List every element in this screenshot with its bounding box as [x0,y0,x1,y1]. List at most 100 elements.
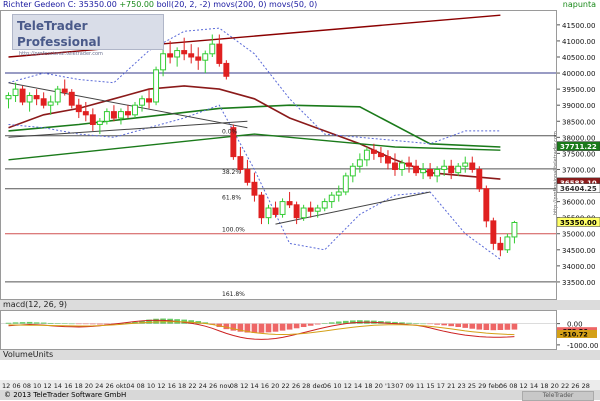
macd-bar-41 [293,323,300,329]
candle-body-20 [146,98,153,103]
macd-bar-70 [497,323,504,330]
x-tick-label-0: 12 [2,382,10,390]
candle-body-45 [321,201,328,209]
date-axis[interactable]: 12 06 08 10 12 14 16 18 20 24 26 okt. 04 08 10 12 16 18 22… [0,380,600,390]
macd-bar-65 [462,323,469,328]
candle-body-68 [483,188,490,222]
x-tick-label-39: 09 [406,382,414,390]
x-tick-label-20: 26 [209,382,217,390]
fib-label-3: 100.0% [222,227,245,234]
macd-bar-4 [33,322,40,324]
candle-body-33 [237,156,244,170]
price-axis[interactable]: napunta 33500.00 34000.00 34500.00 35000.00… [557,0,600,300]
candle-body-3 [26,95,33,103]
x-tick-label-41: 15 [426,382,434,390]
footer-bar: © 2013 TeleTrader Software GmbH TeleTrad… [0,390,600,401]
y-tick-label-12: 39500.00 [562,86,595,94]
y-tick-label-16: 41500.00 [562,22,595,30]
candle-body-48 [342,175,349,193]
macd-bar-68 [483,323,490,330]
x-tick-label-14: 10 [147,382,155,390]
volume-pane[interactable] [0,360,557,380]
candle-body-29 [209,43,216,55]
candle-body-14 [103,111,110,122]
macd-bar-66 [469,323,476,329]
x-tick-label-31: 06 [323,382,331,390]
candle-body-63 [448,165,455,174]
y-tick-label-1: 34000.00 [562,263,595,271]
candle-body-25 [181,50,188,55]
candle-body-31 [223,62,230,77]
x-tick-label-54: 22 [561,382,569,390]
candle-body-40 [286,201,293,206]
y-tick-label-9: 38000.00 [562,134,595,142]
candle-body-62 [441,165,448,170]
x-tick-label-16: 16 [168,382,176,390]
macd-bar-67 [476,323,483,330]
macd-pane[interactable] [0,310,557,350]
x-tick-label-49: 08 [509,382,517,390]
candle-body-37 [265,207,272,219]
x-tick-label-1: 06 [12,382,20,390]
candle-body-15 [110,111,117,119]
y-tick-label-11: 39000.00 [562,102,595,110]
macd-bar-35 [251,323,258,333]
x-tick-label-29: 28 [302,382,310,390]
macd-bar-63 [448,323,455,327]
macd-bar-59 [420,323,426,325]
macd-bar-43 [307,323,314,326]
x-tick-label-44: 23 [457,382,465,390]
candle-body-69 [490,220,497,244]
candle-body-67 [476,168,483,190]
candle-body-65 [462,162,469,167]
x-tick-label-55: 26 [571,382,579,390]
macd-y-tick-label-1: -1000.00 [567,342,598,350]
overlay-channel_lower_gray [8,120,248,138]
y-tick-label-2: 34500.00 [562,247,595,255]
x-tick-label-53: 20 [551,382,559,390]
macd-bar-57 [406,322,412,324]
candle-body-58 [413,165,420,174]
x-tick-label-46: 29 [478,382,486,390]
candle-body-5 [40,98,47,106]
macd-bar-60 [427,323,433,325]
x-tick-label-35: 18 [364,382,372,390]
macd-bar-8 [61,323,68,324]
macd-bar-40 [286,323,293,330]
side-url: http://professional.teletrader.com [553,131,559,215]
macd-bar-38 [272,323,279,332]
x-tick-label-8: 20 [85,382,93,390]
candle-body-51 [363,149,370,161]
x-tick-label-7: 18 [74,382,82,390]
candle-body-7 [54,88,61,103]
fib-label-4: 161.8% [222,291,245,298]
candle-body-42 [300,207,307,219]
macd-bar-62 [441,323,447,326]
macd-bar-6 [47,322,54,324]
x-tick-label-10: 26 [106,382,114,390]
candle-body-66 [469,162,476,170]
macd-bar-36 [258,323,265,333]
x-tick-label-26: 20 [271,382,279,390]
x-tick-label-24: 14 [250,382,258,390]
macd-bar-58 [413,323,419,324]
macd-bar-22 [160,318,166,324]
watermark-box: TeleTrader Professional http://professio… [12,14,164,57]
x-tick-label-19: 24 [199,382,207,390]
candle-body-71 [504,236,511,251]
macd-bar-44 [314,323,321,325]
volume-axis [557,360,600,380]
macd-bar-39 [279,323,286,331]
x-tick-label-5: 14 [54,382,62,390]
candle-body-54 [384,156,391,164]
candle-body-38 [272,207,279,215]
x-tick-label-4: 12 [43,382,51,390]
candle-body-47 [335,191,342,196]
candle-body-41 [293,204,300,219]
candle-body-36 [258,194,265,219]
price-tag-2: 36404.25 [560,185,597,193]
candle-body-2 [19,88,26,103]
candle-body-23 [167,53,174,58]
price-pane[interactable]: Richter Gedeon C: 35350.00 +750.00 boll(… [0,0,557,300]
macd-title: macd(12, 26, 9) [3,300,68,309]
